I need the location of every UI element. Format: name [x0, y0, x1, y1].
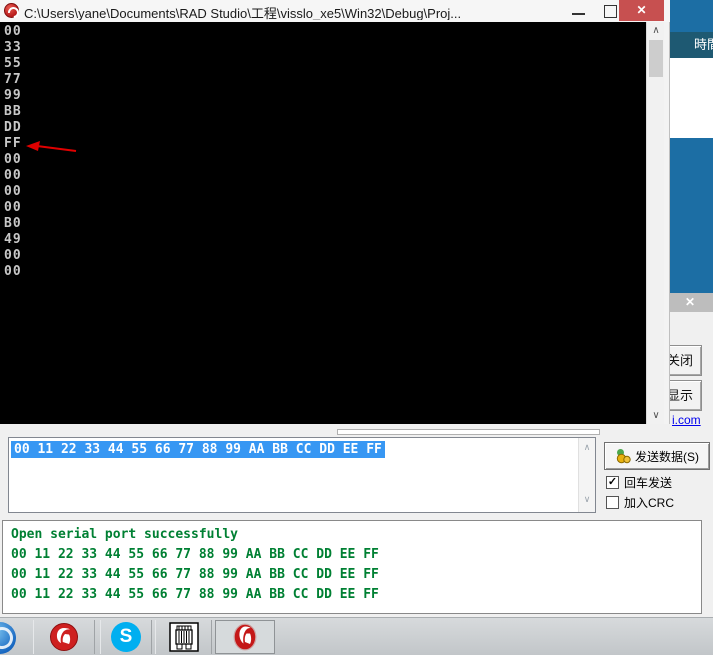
hidden-control-peek — [337, 429, 600, 435]
console-line: 77 — [4, 72, 22, 87]
ie-orb-icon[interactable] — [0, 622, 16, 654]
receive-log-area[interactable]: Open serial port successfully 00 11 22 3… — [2, 520, 702, 614]
delphi-app-icon — [4, 3, 19, 18]
console-line: 00 — [4, 24, 22, 39]
skype-icon: S — [111, 622, 141, 652]
log-line: 00 11 22 33 44 55 66 77 88 99 AA BB CC D… — [11, 567, 379, 582]
scroll-up-icon[interactable]: ∧ — [579, 442, 595, 456]
console-line: 33 — [4, 40, 22, 55]
delphi-icon — [50, 623, 78, 651]
console-window: C:\Users\yane\Documents\RAD Studio\工程\vi… — [0, 0, 670, 437]
scroll-down-icon[interactable]: ∨ — [647, 407, 665, 424]
console-line: 00 — [4, 168, 22, 183]
delphi-app-icon — [233, 623, 257, 651]
close-button[interactable]: ✕ — [619, 0, 664, 21]
console-line: DD — [4, 120, 22, 135]
website-link[interactable]: i.com — [672, 413, 713, 429]
console-scrollbar[interactable]: ∧ ∨ — [646, 22, 664, 424]
send-gear-icon — [616, 449, 631, 464]
console-line: 55 — [4, 56, 22, 71]
log-line: 00 11 22 33 44 55 66 77 88 99 AA BB CC D… — [11, 547, 379, 562]
taskbar-button-serial-tool[interactable] — [155, 620, 212, 654]
background-window-list-area — [668, 58, 713, 138]
log-line: 00 11 22 33 44 55 66 77 88 99 AA BB CC D… — [11, 587, 379, 602]
crc-checkbox[interactable]: 加入CRC — [606, 495, 674, 510]
send-button-label: 发送数据(S) — [635, 449, 699, 464]
scrollbar-thumb[interactable] — [649, 40, 663, 77]
input-scrollbar[interactable]: ∧ ∨ — [578, 438, 595, 512]
console-line: 00 — [4, 264, 22, 279]
console-line: 00 — [4, 184, 22, 199]
checkbox-label: 加入CRC — [624, 496, 674, 510]
maximize-button[interactable] — [601, 3, 619, 18]
taskbar-button-delphi-app[interactable] — [215, 620, 275, 654]
serial-port-icon — [168, 622, 199, 652]
console-line: 49 — [4, 232, 22, 247]
selected-input-text: 00 11 22 33 44 55 66 77 88 99 AA BB CC D… — [11, 441, 385, 458]
log-line: Open serial port successfully — [11, 527, 238, 542]
taskbar-button-skype[interactable]: S — [100, 620, 152, 654]
console-line: BB — [4, 104, 22, 119]
taskbar-button-delphi[interactable] — [33, 620, 95, 654]
background-window-body — [668, 138, 713, 293]
scroll-up-icon[interactable]: ∧ — [647, 22, 665, 39]
console-line: B0 — [4, 216, 22, 231]
scroll-down-icon[interactable]: ∨ — [579, 494, 595, 508]
console-titlebar[interactable]: C:\Users\yane\Documents\RAD Studio\工程\vi… — [0, 0, 670, 22]
background-window-blue-top — [668, 0, 713, 32]
send-data-button[interactable]: 发送数据(S) — [604, 442, 710, 470]
background-window-column-header: 時間 — [668, 32, 713, 58]
console-line: 99 — [4, 88, 22, 103]
console-output-area[interactable]: 00 33 55 77 99 BB DD FF 00 00 00 00 B0 4… — [0, 22, 646, 424]
minimize-button[interactable] — [568, 4, 590, 19]
console-line: 00 — [4, 248, 22, 263]
checkbox-checked-icon[interactable]: ✓ — [606, 476, 619, 489]
enter-send-checkbox[interactable]: ✓ 回车发送 — [606, 475, 672, 490]
checkbox-label: 回车发送 — [624, 476, 673, 490]
background-window-close-icon[interactable]: ✕ — [680, 294, 700, 311]
red-arrow-annotation — [26, 141, 77, 152]
console-line: 00 — [4, 200, 22, 215]
console-title: C:\Users\yane\Documents\RAD Studio\工程\vi… — [24, 6, 462, 20]
checkbox-unchecked-icon[interactable] — [606, 496, 619, 509]
send-data-input[interactable]: 00 11 22 33 44 55 66 77 88 99 AA BB CC D… — [8, 437, 596, 513]
taskbar: S — [0, 617, 713, 655]
